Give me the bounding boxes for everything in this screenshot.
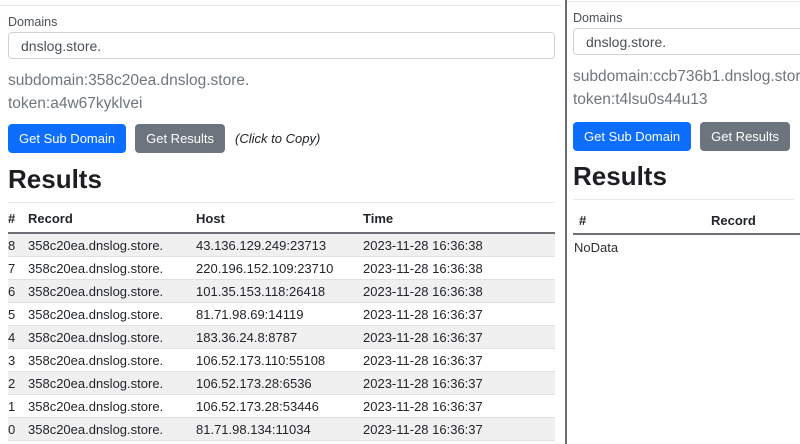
cell-index: 0: [8, 418, 28, 441]
col-header-num: #: [8, 203, 28, 233]
cell-record: 358c20ea.dnslog.store.: [28, 418, 196, 441]
get-subdomain-button[interactable]: Get Sub Domain: [8, 124, 126, 153]
cell-record: 358c20ea.dnslog.store.: [28, 326, 196, 349]
subdomain-text[interactable]: subdomain:ccb736b1.dnslog.store.: [573, 68, 794, 86]
results-table: # Record Host Time 8 358c20ea.dnslog.sto…: [8, 203, 555, 441]
cell-host: 81.71.98.134:11034: [196, 418, 363, 441]
results-heading: Results: [8, 164, 555, 194]
cell-index: 8: [8, 233, 28, 257]
domains-label: Domains: [573, 11, 794, 25]
no-data-cell: NoData: [573, 234, 800, 258]
get-results-button[interactable]: Get Results: [135, 124, 225, 153]
click-to-copy-hint: (Click to Copy): [235, 131, 320, 146]
cell-time: 2023-11-28 16:36:37: [363, 372, 555, 395]
get-subdomain-button[interactable]: Get Sub Domain: [573, 122, 691, 151]
col-header-host: Host: [196, 203, 363, 233]
col-header-record: Record: [28, 203, 196, 233]
col-header-num: #: [573, 200, 703, 234]
table-row: 3 358c20ea.dnslog.store. 106.52.173.110:…: [8, 349, 555, 372]
table-row: 8 358c20ea.dnslog.store. 43.136.129.249:…: [8, 233, 555, 257]
button-row: Get Sub Domain Get Results (Click to Cop…: [573, 122, 794, 151]
cell-host: 106.52.173.110:55108: [196, 349, 363, 372]
table-header-row: # Record Host Time: [8, 203, 555, 233]
cell-record: 358c20ea.dnslog.store.: [28, 349, 196, 372]
cell-host: 183.36.24.8:8787: [196, 326, 363, 349]
cell-index: 7: [8, 257, 28, 280]
cell-time: 2023-11-28 16:36:37: [363, 418, 555, 441]
left-results-tbody: 8 358c20ea.dnslog.store. 43.136.129.249:…: [8, 233, 555, 441]
domains-label: Domains: [8, 15, 555, 29]
cell-host: 81.71.98.69:14119: [196, 303, 363, 326]
cell-time: 2023-11-28 16:36:38: [363, 280, 555, 303]
results-heading: Results: [573, 161, 794, 191]
table-row: 2 358c20ea.dnslog.store. 106.52.173.28:6…: [8, 372, 555, 395]
cell-index: 5: [8, 303, 28, 326]
right-results-tbody: NoData: [573, 234, 800, 258]
no-data-row: NoData: [573, 234, 800, 258]
cell-record: 358c20ea.dnslog.store.: [28, 280, 196, 303]
left-window: Domains subdomain:358c20ea.dnslog.store.…: [0, 0, 563, 444]
cell-host: 101.35.153.118:26418: [196, 280, 363, 303]
cell-time: 2023-11-28 16:36:38: [363, 233, 555, 257]
col-header-record: Record: [703, 200, 800, 234]
cell-record: 358c20ea.dnslog.store.: [28, 395, 196, 418]
cell-host: 106.52.173.28:6536: [196, 372, 363, 395]
cell-record: 358c20ea.dnslog.store.: [28, 257, 196, 280]
cell-host: 43.136.129.249:23713: [196, 233, 363, 257]
top-divider-rule: [0, 5, 561, 6]
cell-index: 4: [8, 326, 28, 349]
col-header-time: Time: [363, 203, 555, 233]
table-row: 0 358c20ea.dnslog.store. 81.71.98.134:11…: [8, 418, 555, 441]
cell-time: 2023-11-28 16:36:37: [363, 326, 555, 349]
results-table: # Record NoData: [573, 200, 800, 258]
cell-time: 2023-11-28 16:36:37: [363, 349, 555, 372]
cell-host: 106.52.173.28:53446: [196, 395, 363, 418]
token-text: token:a4w67kyklvei: [8, 95, 555, 113]
right-window: Domains subdomain:ccb736b1.dnslog.store.…: [567, 0, 800, 444]
cell-record: 358c20ea.dnslog.store.: [28, 233, 196, 257]
table-row: 6 358c20ea.dnslog.store. 101.35.153.118:…: [8, 280, 555, 303]
token-text: token:t4lsu0s44u13: [573, 91, 794, 109]
cell-index: 3: [8, 349, 28, 372]
table-header-row: # Record: [573, 200, 800, 234]
table-row: 5 358c20ea.dnslog.store. 81.71.98.69:141…: [8, 303, 555, 326]
cell-record: 358c20ea.dnslog.store.: [28, 303, 196, 326]
cell-index: 1: [8, 395, 28, 418]
get-results-button[interactable]: Get Results: [700, 122, 790, 151]
cell-time: 2023-11-28 16:36:37: [363, 395, 555, 418]
cell-index: 2: [8, 372, 28, 395]
table-row: 1 358c20ea.dnslog.store. 106.52.173.28:5…: [8, 395, 555, 418]
domain-input[interactable]: [8, 32, 555, 59]
subdomain-text[interactable]: subdomain:358c20ea.dnslog.store.: [8, 72, 555, 90]
top-divider-rule: [567, 1, 800, 2]
cell-time: 2023-11-28 16:36:37: [363, 303, 555, 326]
cell-time: 2023-11-28 16:36:38: [363, 257, 555, 280]
button-row: Get Sub Domain Get Results (Click to Cop…: [8, 124, 555, 153]
cell-index: 6: [8, 280, 28, 303]
table-row: 4 358c20ea.dnslog.store. 183.36.24.8:878…: [8, 326, 555, 349]
cell-host: 220.196.152.109:23710: [196, 257, 363, 280]
domain-input[interactable]: [573, 28, 800, 55]
table-row: 7 358c20ea.dnslog.store. 220.196.152.109…: [8, 257, 555, 280]
cell-record: 358c20ea.dnslog.store.: [28, 372, 196, 395]
